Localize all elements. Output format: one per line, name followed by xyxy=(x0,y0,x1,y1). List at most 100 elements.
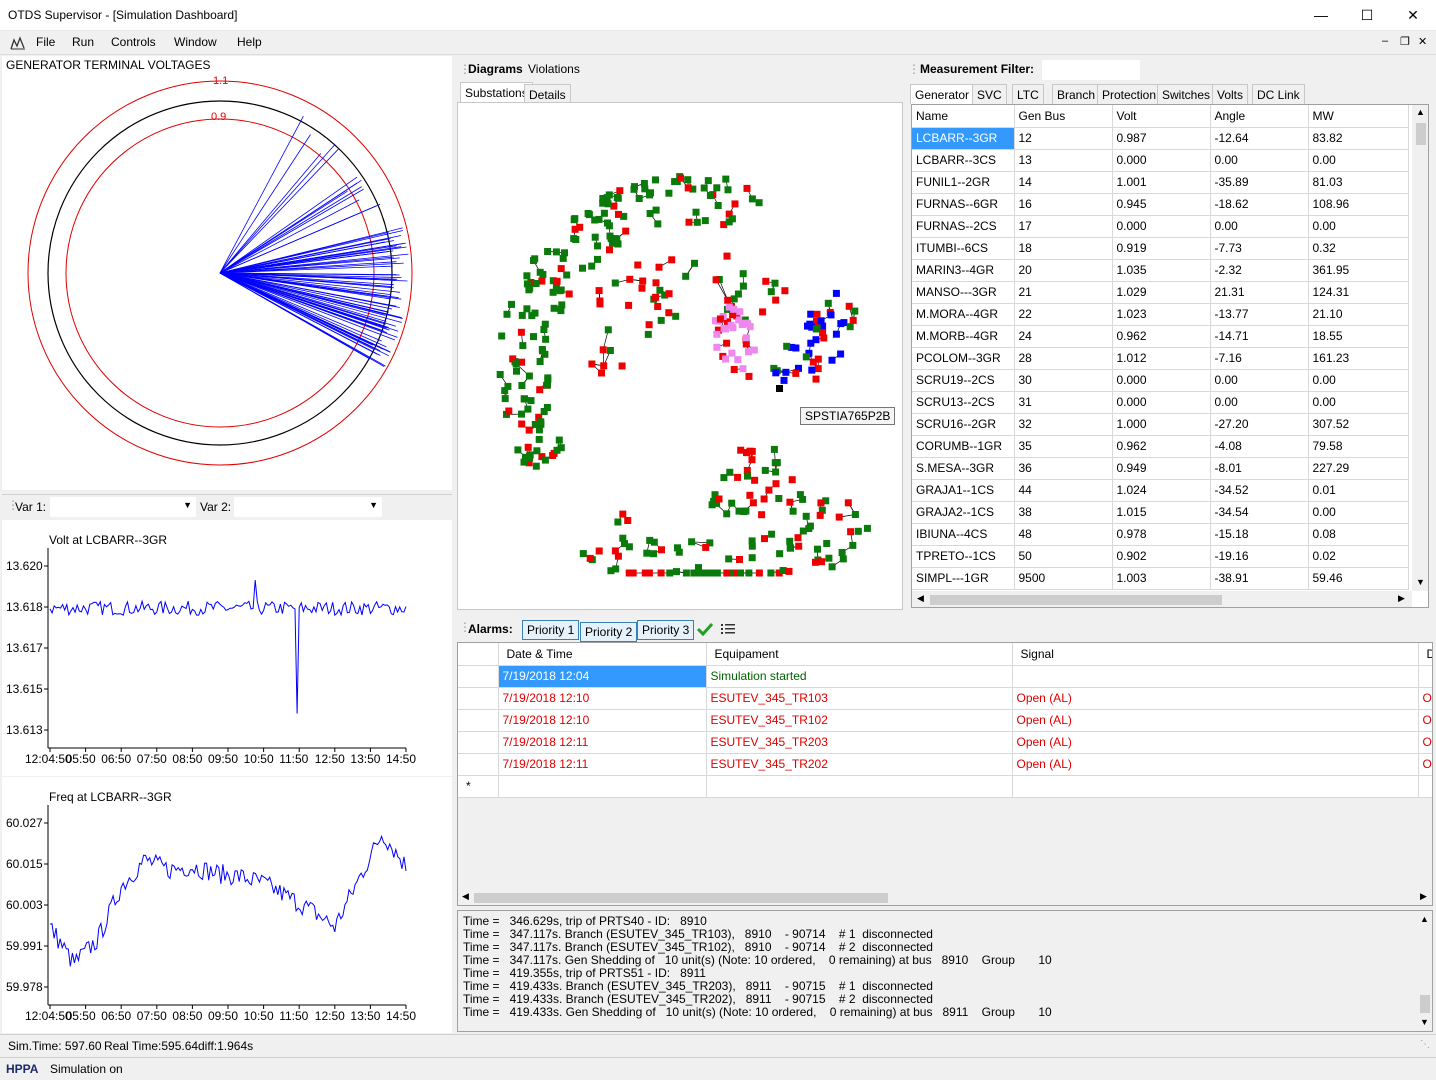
var1-select[interactable]: ▼ xyxy=(50,497,196,517)
table-cell[interactable]: 0.987 xyxy=(1112,127,1211,150)
mdi-close-button[interactable]: ✕ xyxy=(1418,35,1427,48)
row-header[interactable] xyxy=(458,731,499,754)
column-header[interactable]: Signal xyxy=(1012,643,1419,666)
column-header[interactable]: MW xyxy=(1308,105,1409,128)
table-cell[interactable]: 21 xyxy=(1014,281,1113,304)
table-cell[interactable]: 0.902 xyxy=(1112,545,1211,568)
acknowledge-check-icon[interactable] xyxy=(697,622,713,636)
alarm-signal-cell[interactable]: Open (AL) xyxy=(1012,709,1419,732)
alarm-row[interactable]: 7/19/2018 12:10 ESUTEV_345_TR102 Open (AL)… xyxy=(458,709,1432,732)
var2-select[interactable]: ▼ xyxy=(234,497,382,517)
table-cell[interactable]: -14.71 xyxy=(1210,325,1309,348)
table-row[interactable]: FUNIL1--2GR 14 1.001 -35.89 81.03 xyxy=(912,171,1409,194)
table-row[interactable]: SCRU16--2GR 32 1.000 -27.20 307.52 xyxy=(912,413,1409,436)
table-row[interactable]: M.MORB--4GR 24 0.962 -14.71 18.55 xyxy=(912,325,1409,348)
table-row[interactable]: M.MORA--4GR 22 1.023 -13.77 21.10 xyxy=(912,303,1409,326)
alarm-desc-cell[interactable] xyxy=(1418,665,1432,688)
table-cell[interactable]: 0.32 xyxy=(1308,237,1409,260)
column-header[interactable]: Volt xyxy=(1112,105,1211,128)
table-cell[interactable]: SCRU19--2CS xyxy=(912,369,1015,392)
table-cell[interactable]: 0.00 xyxy=(1308,391,1409,414)
table-cell[interactable]: 14 xyxy=(1014,171,1113,194)
table-cell[interactable]: M.MORB--4GR xyxy=(912,325,1015,348)
table-cell[interactable]: 0.00 xyxy=(1308,215,1409,238)
table-cell[interactable]: IBIUNA--4CS xyxy=(912,523,1015,546)
table-cell[interactable]: 21.10 xyxy=(1308,303,1409,326)
table-cell[interactable]: -4.08 xyxy=(1210,435,1309,458)
table-cell[interactable]: ITUMBI--6CS xyxy=(912,237,1015,260)
table-cell[interactable]: 0.962 xyxy=(1112,325,1211,348)
table-cell[interactable]: 0.945 xyxy=(1112,193,1211,216)
tab-dc-link[interactable]: DC Link xyxy=(1252,84,1305,104)
mdi-restore-button[interactable]: ❐ xyxy=(1400,35,1410,48)
column-header[interactable]: Name xyxy=(912,105,1015,128)
table-cell[interactable]: 20 xyxy=(1014,259,1113,282)
alarms-hscrollbar[interactable]: ◀ ▶ xyxy=(458,889,1432,905)
table-cell[interactable]: GRAJA1--1CS xyxy=(912,479,1015,502)
table-cell[interactable]: 108.96 xyxy=(1308,193,1409,216)
table-cell[interactable]: 1.023 xyxy=(1112,303,1211,326)
empty-cell[interactable] xyxy=(1418,775,1432,798)
table-cell[interactable]: -7.73 xyxy=(1210,237,1309,260)
close-button[interactable]: ✕ xyxy=(1390,0,1436,31)
table-cell[interactable]: S.MESA--3GR xyxy=(912,457,1015,480)
table-cell[interactable]: 0.08 xyxy=(1308,523,1409,546)
priority-2-button[interactable]: Priority 2 xyxy=(580,622,638,642)
empty-cell[interactable] xyxy=(706,775,1013,798)
alarm-signal-cell[interactable]: Open (AL) xyxy=(1012,687,1419,710)
table-cell[interactable]: MANSO---3GR xyxy=(912,281,1015,304)
table-cell[interactable]: 18 xyxy=(1014,237,1113,260)
table-row[interactable]: FURNAS--6GR 16 0.945 -18.62 108.96 xyxy=(912,193,1409,216)
table-cell[interactable]: -19.16 xyxy=(1210,545,1309,568)
table-row[interactable]: FURNAS--2CS 17 0.000 0.00 0.00 xyxy=(912,215,1409,238)
table-cell[interactable]: 38 xyxy=(1014,501,1113,524)
mdi-minimize-button[interactable]: – xyxy=(1382,35,1388,47)
table-cell[interactable]: 13 xyxy=(1014,149,1113,172)
table-cell[interactable]: 1.015 xyxy=(1112,501,1211,524)
table-cell[interactable]: 59.46 xyxy=(1308,567,1409,590)
alarm-time-cell[interactable]: 7/19/2018 12:04 xyxy=(498,665,707,688)
column-header[interactable]: D xyxy=(1418,643,1432,666)
table-cell[interactable]: -7.16 xyxy=(1210,347,1309,370)
row-header[interactable] xyxy=(458,709,499,732)
table-cell[interactable]: 17 xyxy=(1014,215,1113,238)
table-cell[interactable]: 1.001 xyxy=(1112,171,1211,194)
table-cell[interactable]: 44 xyxy=(1014,479,1113,502)
table-cell[interactable]: FURNAS--2CS xyxy=(912,215,1015,238)
table-cell[interactable]: 16 xyxy=(1014,193,1113,216)
substation-diagram[interactable]: SPSTIA765P2B xyxy=(457,102,903,610)
table-cell[interactable]: FUNIL1--2GR xyxy=(912,171,1015,194)
row-header[interactable] xyxy=(458,687,499,710)
table-cell[interactable]: GRAJA2--1CS xyxy=(912,501,1015,524)
table-cell[interactable]: 0.00 xyxy=(1210,391,1309,414)
alarm-desc-cell[interactable]: Op xyxy=(1418,709,1432,732)
menu-file[interactable]: File xyxy=(36,35,55,49)
tab-switches[interactable]: Switches xyxy=(1157,84,1216,104)
alarm-time-cell[interactable]: 7/19/2018 12:10 xyxy=(498,687,707,710)
table-row[interactable]: S.MESA--3GR 36 0.949 -8.01 227.29 xyxy=(912,457,1409,480)
alarm-row[interactable]: 7/19/2018 12:10 ESUTEV_345_TR103 Open (AL)… xyxy=(458,687,1432,710)
table-cell[interactable]: FURNAS--6GR xyxy=(912,193,1015,216)
table-cell[interactable]: 24 xyxy=(1014,325,1113,348)
table-cell[interactable]: 36 xyxy=(1014,457,1113,480)
table-cell[interactable]: 81.03 xyxy=(1308,171,1409,194)
alarm-signal-cell[interactable] xyxy=(1012,665,1419,688)
table-cell[interactable]: 0.00 xyxy=(1210,215,1309,238)
table-row[interactable]: GRAJA1--1CS 44 1.024 -34.52 0.01 xyxy=(912,479,1409,502)
menu-help[interactable]: Help xyxy=(237,35,262,49)
table-cell[interactable]: 227.29 xyxy=(1308,457,1409,480)
table-cell[interactable]: 18.55 xyxy=(1308,325,1409,348)
table-row[interactable]: SCRU13--2CS 31 0.000 0.00 0.00 xyxy=(912,391,1409,414)
table-cell[interactable]: -12.64 xyxy=(1210,127,1309,150)
measurement-filter-input[interactable] xyxy=(1042,60,1140,80)
table-cell[interactable]: 0.962 xyxy=(1112,435,1211,458)
menu-run[interactable]: Run xyxy=(72,35,94,49)
table-row[interactable]: CORUMB--1GR 35 0.962 -4.08 79.58 xyxy=(912,435,1409,458)
table-cell[interactable]: SCRU13--2CS xyxy=(912,391,1015,414)
generator-vscrollbar[interactable]: ▲ ▼ xyxy=(1412,105,1428,591)
alarm-desc-cell[interactable]: Op xyxy=(1418,731,1432,754)
table-cell[interactable]: SCRU16--2GR xyxy=(912,413,1015,436)
table-row[interactable]: TPRETO--1CS 50 0.902 -19.16 0.02 xyxy=(912,545,1409,568)
table-cell[interactable]: 30 xyxy=(1014,369,1113,392)
alarm-equip-cell[interactable]: Simulation started xyxy=(706,665,1013,688)
